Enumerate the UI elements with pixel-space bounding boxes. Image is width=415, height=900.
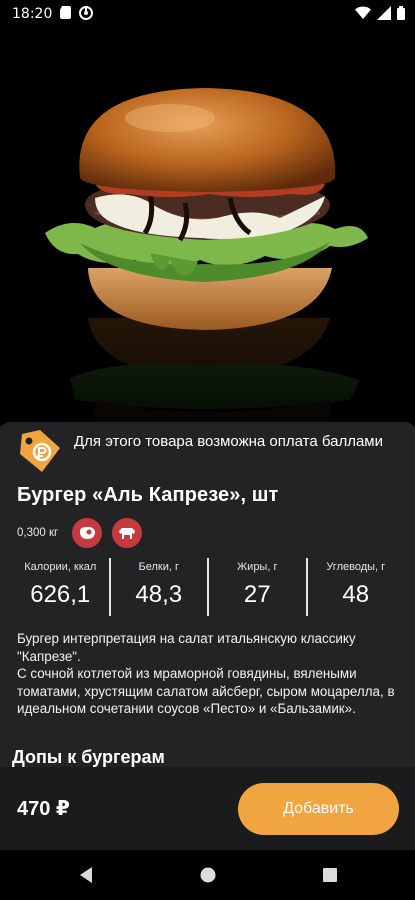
product-price: 470 ₽ — [17, 798, 70, 820]
product-weight: 0,300 кг — [17, 527, 59, 539]
product-image — [0, 28, 415, 426]
points-text: Для этого товара возможна оплата баллами — [74, 433, 383, 450]
status-time: 18:20 — [12, 6, 53, 22]
nutrition-fat: Жиры, г 27 — [209, 558, 308, 616]
add-to-cart-button[interactable]: Добавить — [238, 782, 399, 835]
nutrition-label: Калории, ккал — [24, 561, 97, 573]
nutrition-value: 27 — [243, 581, 271, 608]
points-notice: Для этого товара возможна оплата баллами — [16, 428, 399, 481]
recents-icon[interactable] — [318, 863, 342, 887]
addons-section-title: Допы к бургерам — [12, 747, 165, 767]
nutrition-value: 48 — [342, 581, 370, 608]
signal-icon — [377, 5, 391, 23]
battery-icon — [397, 5, 405, 23]
status-bar: 18:20 — [0, 0, 415, 28]
product-description: Бургер интерпретация на салат итальянску… — [17, 631, 395, 716]
nutrition-table: Калории, ккал 626,1 Белки, г 48,3 Жиры, … — [12, 558, 404, 616]
burger-photo — [0, 28, 415, 426]
weight-row: 0,300 кг — [17, 518, 143, 548]
beef-icon — [72, 518, 103, 548]
product-details: Для этого товара возможна оплата баллами… — [0, 422, 415, 767]
nutrition-carbs: Углеводы, г 48 — [308, 558, 405, 616]
back-icon[interactable] — [74, 863, 98, 887]
cow-icon — [112, 518, 143, 548]
nutrition-label: Жиры, г — [237, 561, 278, 573]
cart-bar: 470 ₽ Добавить — [0, 767, 415, 850]
nutrition-calories: Калории, ккал 626,1 — [12, 558, 111, 616]
nutrition-value: 48,3 — [135, 581, 183, 608]
nutrition-label: Белки, г — [138, 561, 179, 573]
system-nav-bar — [0, 850, 415, 900]
points-badge-icon — [16, 428, 64, 481]
nutrition-protein: Белки, г 48,3 — [111, 558, 209, 616]
wifi-icon — [355, 6, 371, 22]
product-title: Бургер «Аль Капрезе», шт — [17, 484, 279, 506]
nutrition-label: Углеводы, г — [326, 561, 386, 573]
sd-card-icon — [60, 6, 72, 22]
nutrition-value: 626,1 — [30, 581, 91, 608]
vpn-icon — [79, 5, 94, 23]
home-icon[interactable] — [196, 863, 220, 887]
